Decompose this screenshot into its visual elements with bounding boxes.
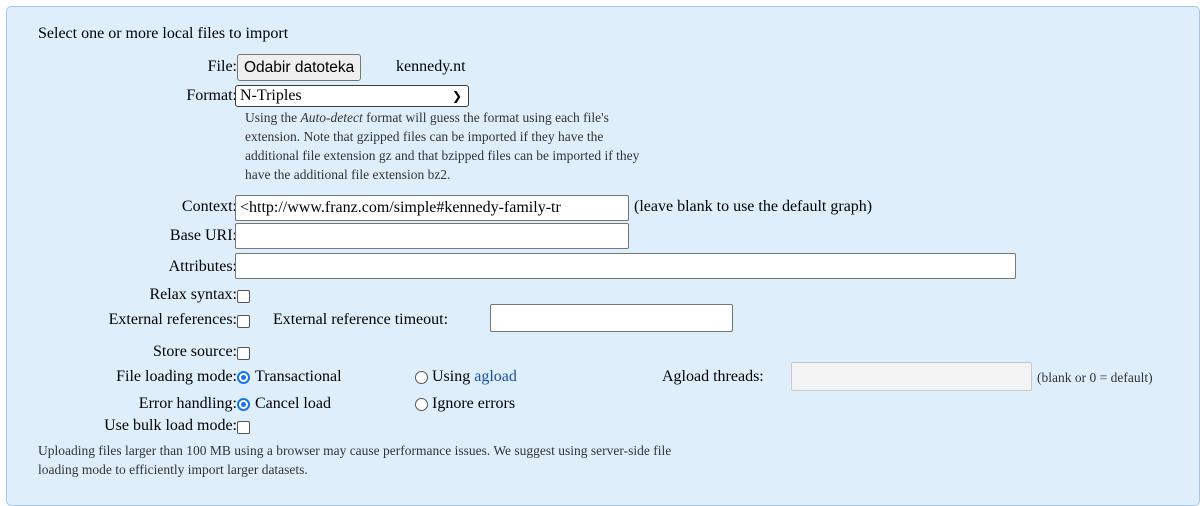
chevron-down-icon: ❯ [451,89,462,103]
attributes-label: Attributes: [168,258,237,275]
cancel-load-radio[interactable] [237,398,250,411]
format-note: Using the Auto-detect format will guess … [245,108,785,184]
context-input[interactable]: <http://www.franz.com/simple#kennedy-fam… [235,195,629,221]
cancel-load-label: Cancel load [255,395,331,412]
agload-threads-hint: (blank or 0 = default) [1037,370,1153,385]
format-note-emph: Auto-detect [300,110,363,125]
transactional-radio[interactable] [237,371,250,384]
using-agload-label: Using agload [432,368,517,386]
format-note-text: format will guess the format using each … [362,110,609,125]
external-timeout-label: External reference timeout: [273,311,449,328]
transactional-label: Transactional [255,368,342,385]
format-label: Format: [186,87,237,104]
agload-threads-input[interactable] [791,362,1032,391]
file-label: File: [207,58,237,75]
using-text: Using [432,368,475,385]
external-timeout-input[interactable] [490,304,733,332]
format-note-text: have the additional file extension bz2. [245,167,451,182]
panel-title: Select one or more local files to import [38,25,289,42]
base-uri-label: Base URI: [169,227,237,244]
choose-file-button[interactable]: Odabir datoteka [237,54,362,81]
external-references-label: External references: [108,311,237,328]
bulk-load-label: Use bulk load mode: [104,417,237,434]
format-note-text: Using the [245,110,301,125]
relax-syntax-checkbox[interactable] [237,290,250,303]
context-label: Context: [181,198,237,215]
bulk-load-checkbox[interactable] [237,421,250,434]
format-note-text: extension. Note that gzipped files can b… [245,129,604,144]
relax-syntax-label: Relax syntax: [149,286,237,303]
size-warning-line: Uploading files larger than 100 MB using… [38,443,672,458]
import-panel: Select one or more local files to import… [6,6,1200,506]
context-hint: (leave blank to use the default graph) [634,198,873,215]
store-source-checkbox[interactable] [237,347,250,360]
error-handling-label: Error handling: [138,395,237,412]
size-warning-line: loading mode to efficiently import large… [38,462,308,477]
using-agload-radio[interactable] [415,371,428,384]
size-warning: Uploading files larger than 100 MB using… [38,441,1038,479]
ignore-errors-radio[interactable] [415,398,428,411]
agload-link[interactable]: agload [474,368,517,385]
format-note-text: additional file extension gz and that bz… [245,148,640,163]
selected-filename: kennedy.nt [396,58,466,75]
store-source-label: Store source: [153,343,237,360]
agload-threads-label: Agload threads: [662,368,764,385]
base-uri-input[interactable] [235,223,629,249]
attributes-input[interactable] [235,253,1016,279]
ignore-errors-label: Ignore errors [432,395,516,412]
format-selected-value: N-Triples [240,87,302,104]
external-references-checkbox[interactable] [237,315,250,328]
format-select[interactable]: N-Triples ❯ [235,85,469,107]
loading-mode-label: File loading mode: [116,368,237,385]
